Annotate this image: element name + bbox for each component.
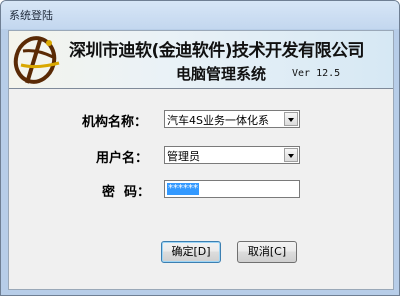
user-select[interactable]: 管理员: [164, 146, 300, 164]
password-label: 密 码：: [102, 185, 151, 200]
ok-button[interactable]: 确定[D]: [161, 241, 221, 263]
system-name: 电脑管理系统: [176, 65, 267, 83]
app-logo-icon: [13, 36, 60, 84]
chevron-down-icon[interactable]: [284, 148, 298, 162]
window-title: 系统登陆: [9, 9, 53, 22]
user-label: 用户名：: [96, 151, 149, 166]
user-select-value: 管理员: [167, 150, 200, 163]
password-field[interactable]: ******: [164, 180, 300, 198]
password-value: ******: [167, 183, 199, 195]
org-label: 机构名称：: [82, 115, 148, 130]
header-banner: 深圳市迪软(金迪软件)技术开发有限公司 电脑管理系统 Ver 12.5: [9, 31, 393, 89]
dialog-body: 深圳市迪软(金迪软件)技术开发有限公司 电脑管理系统 Ver 12.5 机构名称…: [8, 30, 394, 290]
title-bar[interactable]: 系统登陆: [1, 1, 399, 29]
login-window: 系统登陆 深圳市迪软(金迪软件)技术开发有限公司 电脑管理系统 Ver 12.5…: [0, 0, 400, 296]
org-select[interactable]: 汽车4S业务一体化系: [164, 110, 300, 128]
org-select-value: 汽车4S业务一体化系: [167, 114, 269, 127]
cancel-button[interactable]: 取消[C]: [237, 241, 297, 263]
company-name: 深圳市迪软(金迪软件)技术开发有限公司: [69, 41, 365, 61]
version-label: Ver 12.5: [292, 68, 341, 79]
chevron-down-icon[interactable]: [284, 112, 298, 126]
